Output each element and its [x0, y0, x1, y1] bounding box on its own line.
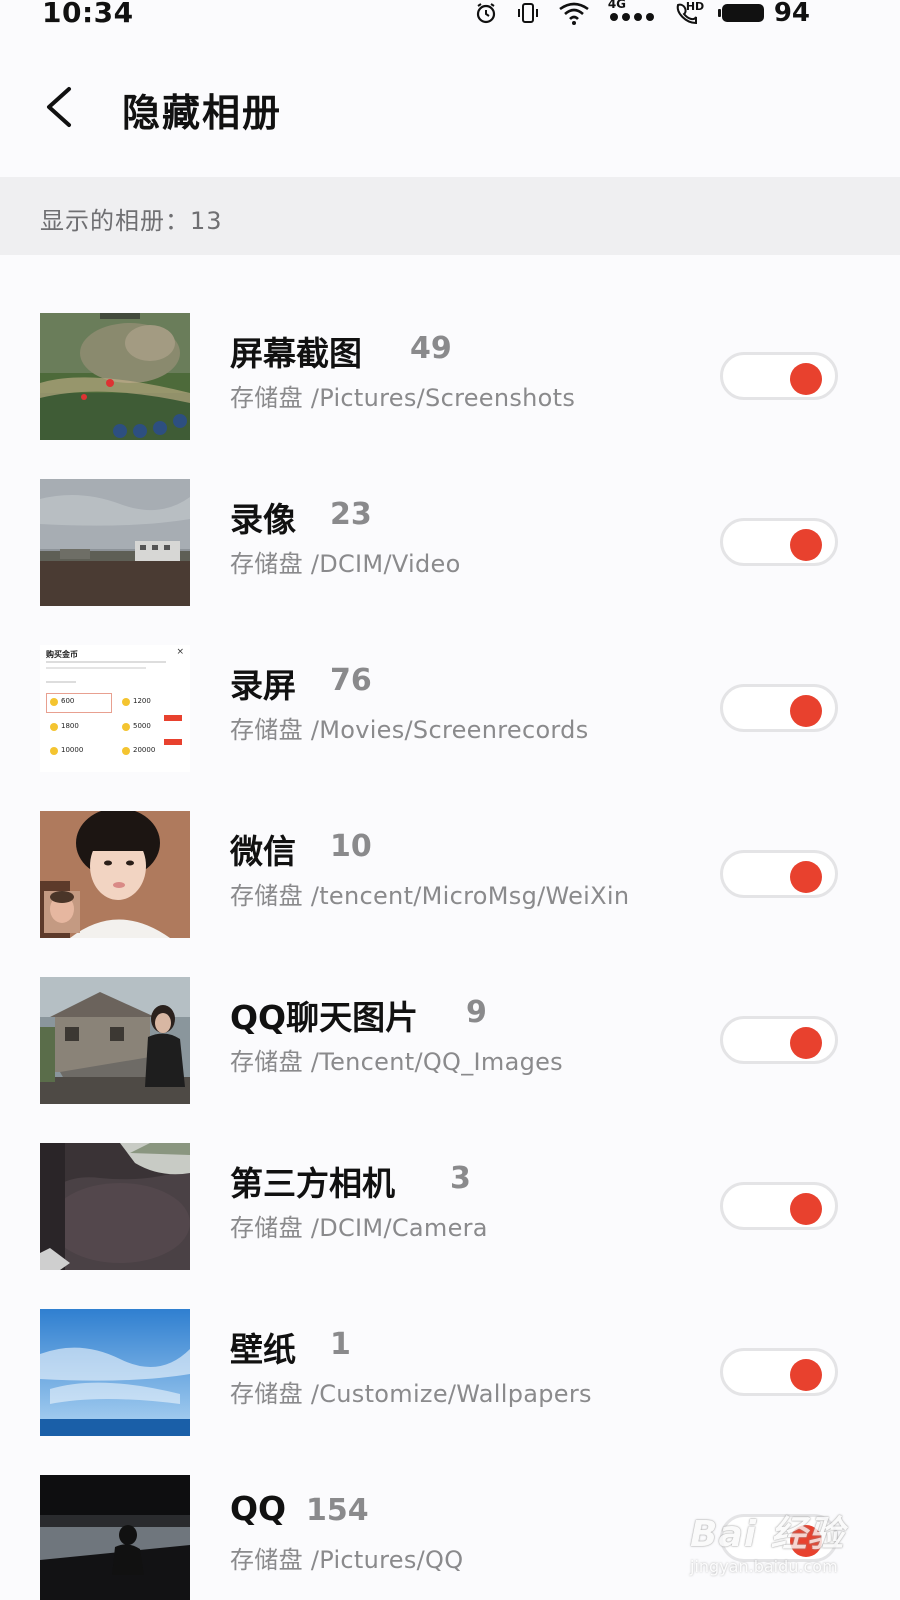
- album-visibility-toggle[interactable]: [720, 850, 838, 898]
- album-path: 存储盘 /DCIM/Video: [230, 550, 461, 578]
- status-time: 10:34: [42, 0, 134, 29]
- album-visibility-toggle[interactable]: [720, 352, 838, 400]
- vibrate-icon: [516, 1, 540, 25]
- album-count: 9: [466, 995, 487, 1030]
- album-name: 录屏: [230, 666, 296, 705]
- back-button[interactable]: [36, 82, 80, 136]
- album-name: 第三方相机: [230, 1164, 395, 1203]
- album-row-third-party-camera[interactable]: 第三方相机 3 存储盘 /DCIM/Camera: [0, 1085, 900, 1270]
- battery-level: 94: [773, 0, 810, 28]
- toggle-knob: [790, 861, 822, 893]
- thumb-screenshot-title: 购买金币: [46, 650, 78, 659]
- album-count: 76: [330, 663, 372, 698]
- close-icon: ×: [176, 647, 184, 657]
- album-path: 存储盘 /Customize/Wallpapers: [230, 1380, 592, 1408]
- album-count: 10: [330, 829, 372, 864]
- album-name: QQ: [230, 1489, 287, 1528]
- album-name: 壁纸: [230, 1330, 296, 1369]
- album-visibility-toggle[interactable]: [720, 1182, 838, 1230]
- page-title: 隐藏相册: [122, 91, 283, 135]
- album-count: 3: [450, 1161, 471, 1196]
- album-name: QQ聊天图片: [230, 998, 419, 1037]
- status-icons: 4G HD 94: [474, 0, 810, 28]
- album-row-screenshots[interactable]: 屏幕截图 49 存储盘 /Pictures/Screenshots: [0, 255, 900, 440]
- album-path: 存储盘 /tencent/MicroMsg/WeiXin: [230, 882, 630, 910]
- album-path: 存储盘 /Movies/Screenrecords: [230, 716, 589, 744]
- album-row-video[interactable]: 录像 23 存储盘 /DCIM/Video: [0, 421, 900, 606]
- alarm-icon: [474, 1, 498, 25]
- album-row-qq-images[interactable]: QQ聊天图片 9 存储盘 /Tencent/QQ_Images: [0, 919, 900, 1104]
- baidu-watermark: Bai 经验 jingyan.baidu.com: [690, 1505, 860, 1576]
- album-name: 录像: [230, 500, 296, 539]
- hd-call-icon: HD: [674, 1, 704, 25]
- chevron-left-icon: [41, 85, 75, 133]
- signal-icon: 4G: [607, 0, 656, 25]
- shown-albums-count-label: 显示的相册：13: [40, 207, 223, 235]
- battery-icon: [717, 4, 764, 22]
- album-path: 存储盘 /Pictures/Screenshots: [230, 384, 576, 412]
- toggle-knob: [790, 1193, 822, 1225]
- hidden-albums-screen: 10:34 4G HD 94 隐藏相册 显示的相册：13 屏幕截图 49 存储盘…: [0, 0, 900, 1600]
- toggle-knob: [790, 1027, 822, 1059]
- album-count: 49: [410, 331, 452, 366]
- wifi-icon: [558, 1, 590, 25]
- coin-amount: 1800: [61, 722, 79, 730]
- section-header: 显示的相册：13: [0, 177, 900, 255]
- album-visibility-toggle[interactable]: [720, 1016, 838, 1064]
- toggle-knob: [790, 695, 822, 727]
- album-row-screenrecords[interactable]: 购买金币 × 600 1200 1800 5000 10000 20000 录屏…: [0, 587, 900, 772]
- album-path: 存储盘 /DCIM/Camera: [230, 1214, 488, 1242]
- hd-label: HD: [685, 0, 705, 13]
- album-path: 存储盘 /Pictures/QQ: [230, 1546, 464, 1574]
- app-header: 隐藏相册: [0, 30, 900, 176]
- network-type-label: 4G: [607, 0, 627, 11]
- album-thumbnail: [40, 1475, 190, 1600]
- toggle-knob: [790, 529, 822, 561]
- album-visibility-toggle[interactable]: [720, 684, 838, 732]
- coin-amount: 1200: [133, 697, 151, 705]
- album-visibility-toggle[interactable]: [720, 518, 838, 566]
- album-name: 微信: [230, 832, 296, 871]
- album-path: 存储盘 /Tencent/QQ_Images: [230, 1048, 563, 1076]
- coin-amount: 5000: [133, 722, 151, 730]
- album-row-wallpapers[interactable]: 壁纸 1 存储盘 /Customize/Wallpapers: [0, 1251, 900, 1436]
- watermark-text: Bai 经验: [690, 1514, 845, 1555]
- status-bar: 10:34 4G HD 94: [0, 0, 900, 30]
- album-count: 154: [306, 1493, 369, 1528]
- album-count: 1: [330, 1327, 351, 1362]
- album-name: 屏幕截图: [230, 334, 362, 373]
- toggle-knob: [790, 363, 822, 395]
- coin-amount: 600: [61, 697, 75, 705]
- battery-indicator: 94: [717, 0, 810, 28]
- album-row-wechat[interactable]: 微信 10 存储盘 /tencent/MicroMsg/WeiXin: [0, 753, 900, 938]
- album-visibility-toggle[interactable]: [720, 1348, 838, 1396]
- toggle-knob: [790, 1359, 822, 1391]
- watermark-url: jingyan.baidu.com: [690, 1557, 838, 1576]
- album-count: 23: [330, 497, 372, 532]
